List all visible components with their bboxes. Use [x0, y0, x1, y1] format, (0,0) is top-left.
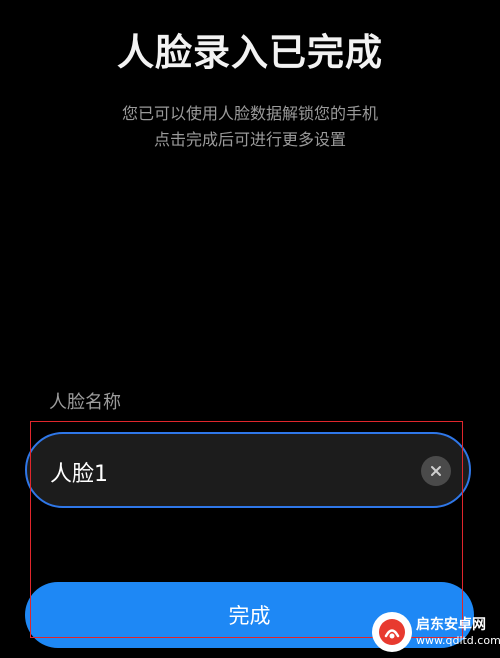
subtitle-line-2: 点击完成后可进行更多设置: [153, 130, 346, 149]
site-watermark: 启东安卓网 www.qdltd.com: [372, 610, 500, 654]
page-title: 人脸录入已完成: [117, 31, 383, 74]
face-name-label: 人脸名称: [49, 392, 121, 413]
face-name-value[interactable]: 人脸1: [50, 456, 108, 488]
subtitle-line-1: 您已可以使用人脸数据解锁您的手机: [121, 104, 378, 123]
clear-input-button[interactable]: [421, 456, 451, 486]
watermark-url: www.qdltd.com: [416, 634, 500, 647]
watermark-logo-icon: [372, 612, 412, 652]
close-icon: [431, 466, 441, 476]
face-name-input[interactable]: 人脸1: [25, 432, 471, 508]
done-button-label: 完成: [228, 604, 271, 628]
watermark-name: 启东安卓网: [416, 617, 486, 633]
